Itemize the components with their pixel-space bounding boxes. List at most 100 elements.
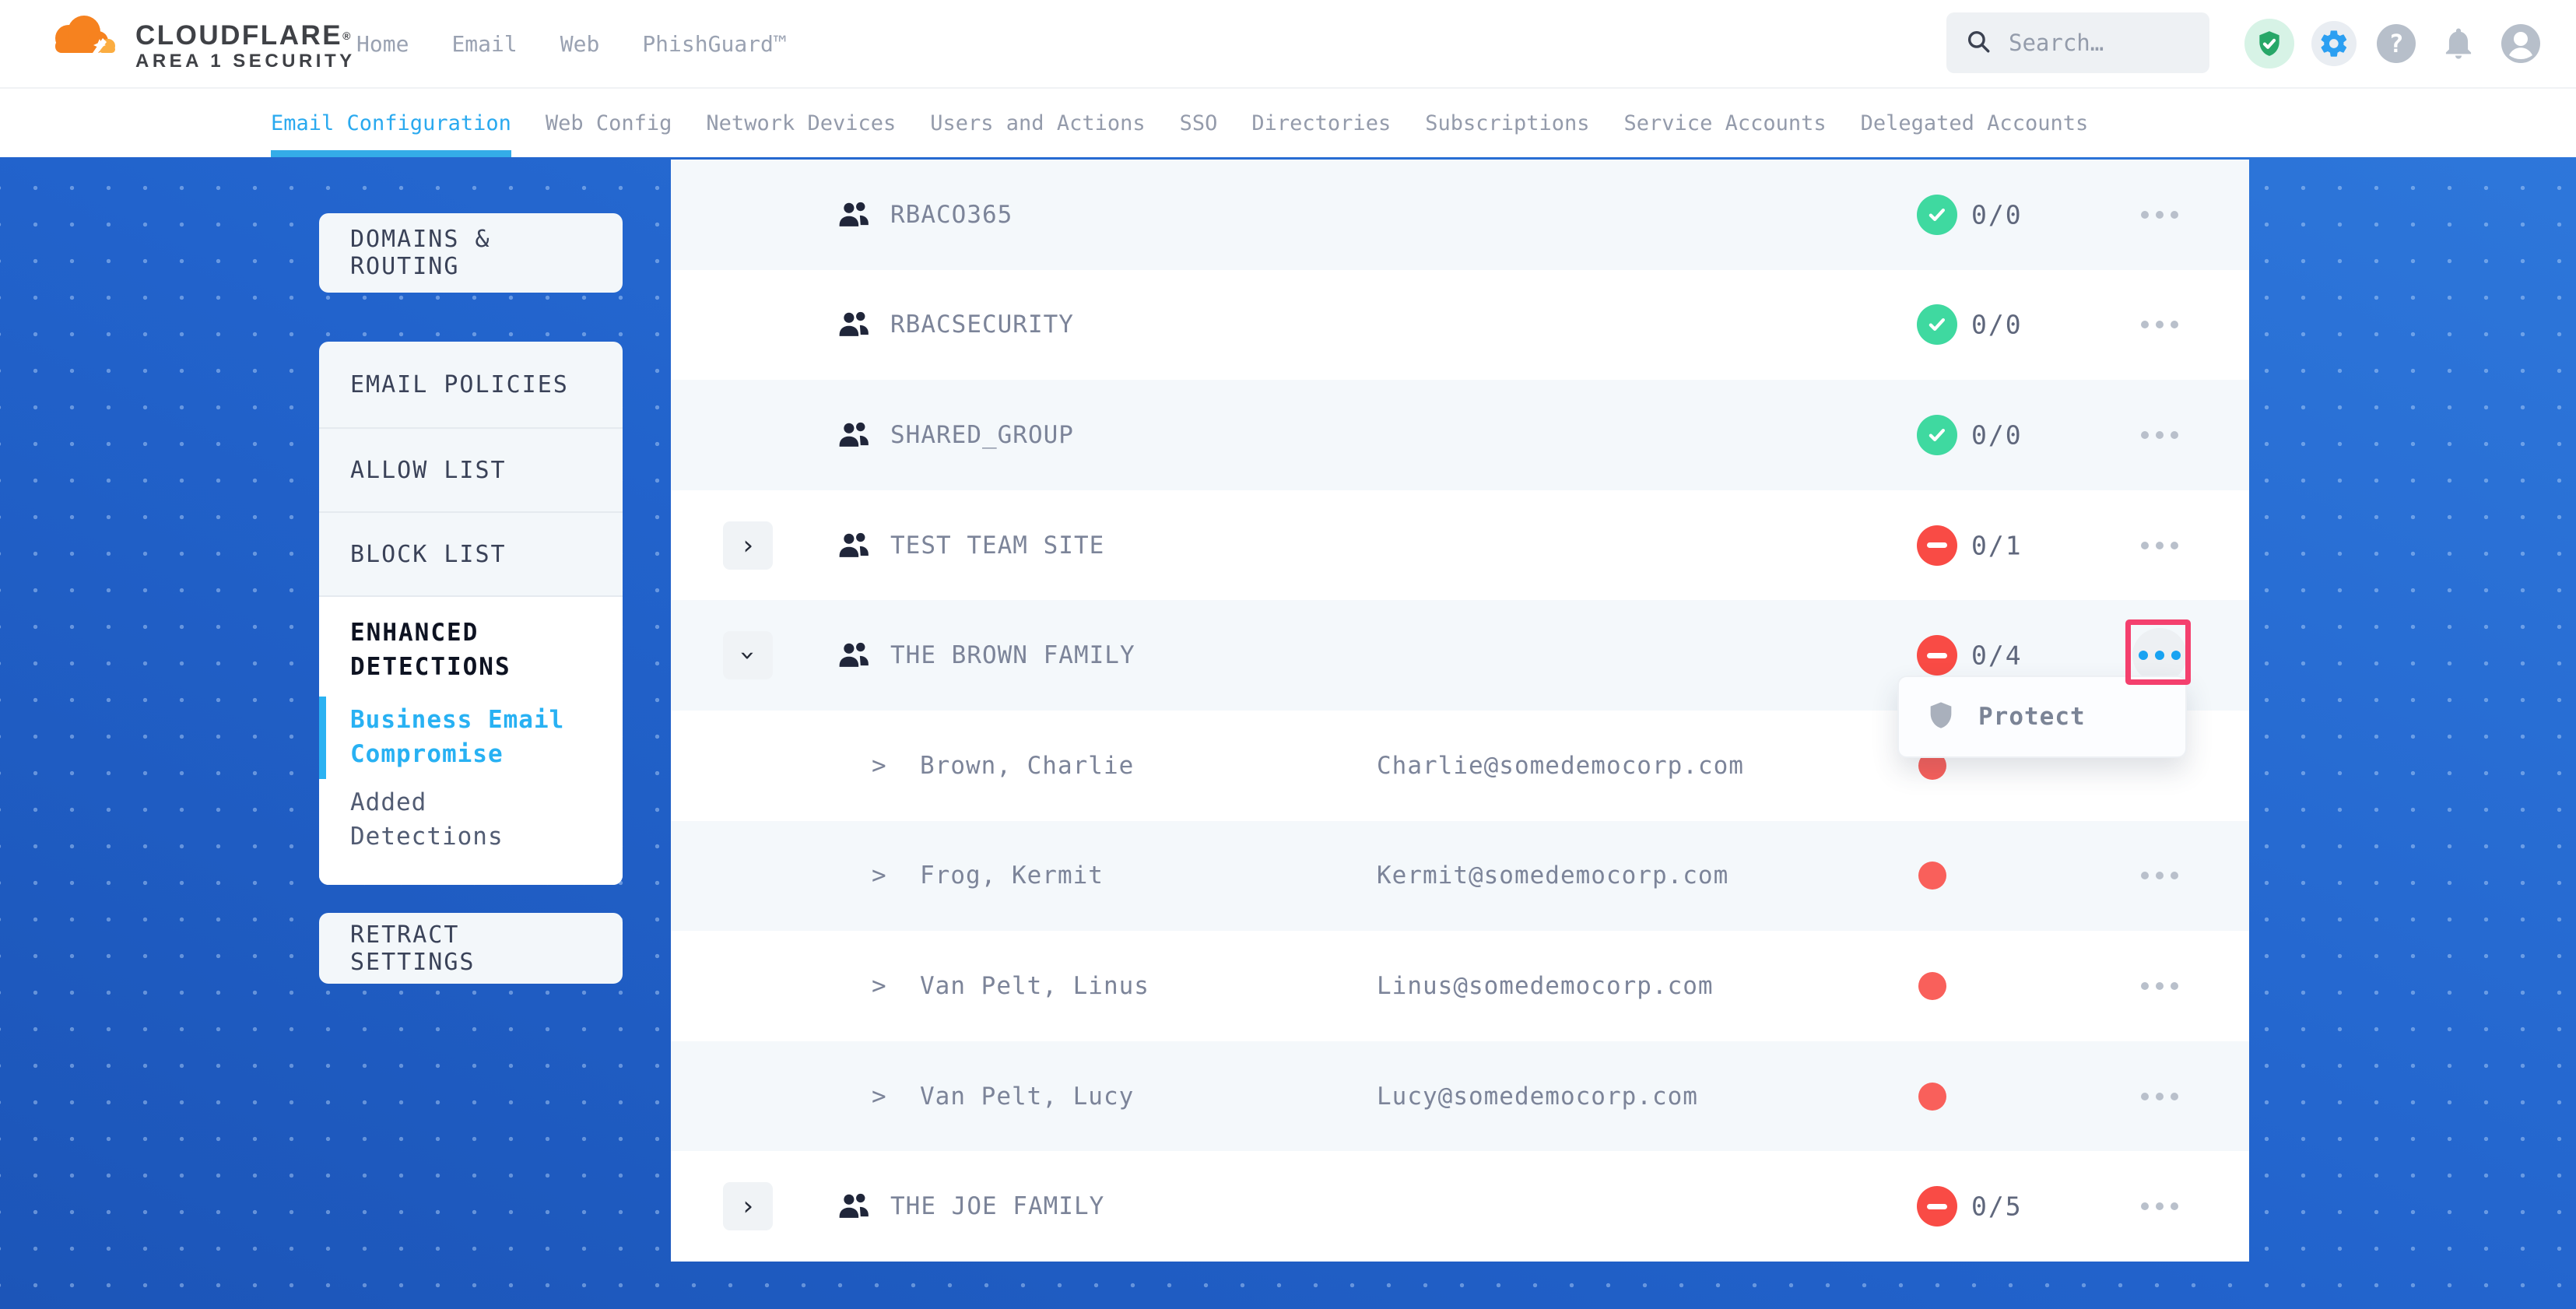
chevron-right-icon: ›	[740, 1193, 756, 1220]
table-row: SHARED_GROUP0/0	[671, 380, 2249, 490]
top-nav-item-web[interactable]: Web	[560, 31, 600, 57]
status-allowed-icon	[1917, 304, 1957, 345]
menu-dot	[2155, 651, 2164, 660]
row-menu-button[interactable]	[2132, 1179, 2187, 1234]
row-menu-button[interactable]	[2132, 408, 2187, 462]
menu-dot	[2171, 211, 2178, 219]
menu-dot	[2171, 982, 2178, 990]
sidebar-item-business-email-compromise[interactable]: Business Email Compromise	[350, 703, 568, 771]
sidebar-item-allow-list[interactable]: ALLOW LIST	[319, 429, 623, 513]
member-email: Lucy@somedemocorp.com	[1377, 1083, 1698, 1111]
member-name: Van Pelt, Linus	[920, 972, 1149, 1000]
menu-dot	[2156, 982, 2164, 990]
menu-dot	[2156, 211, 2164, 219]
member-email: Kermit@somedemocorp.com	[1377, 862, 1728, 890]
collapse-row-button[interactable]: ›	[723, 631, 773, 679]
search-input[interactable]	[2007, 29, 2189, 57]
settings-icon[interactable]	[2311, 21, 2357, 66]
group-icon	[837, 311, 870, 339]
menu-dot	[2171, 1093, 2178, 1100]
member-name: Brown, Charlie	[920, 752, 1134, 780]
member-name: Frog, Kermit	[920, 862, 1104, 890]
menu-dot	[2171, 321, 2178, 328]
group-icon	[837, 531, 870, 560]
sidebar-item-email-policies[interactable]: EMAIL POLICIES	[319, 342, 623, 429]
tab-service-accounts[interactable]: Service Accounts	[1624, 89, 1827, 157]
row-menu-button[interactable]	[2132, 297, 2187, 352]
protection-count: 0/0	[1971, 199, 2023, 230]
menu-dot	[2141, 982, 2149, 990]
table-row: RBACSECURITY0/0	[671, 270, 2249, 381]
minus-glyph	[1927, 653, 1947, 658]
menu-dot	[2139, 651, 2148, 660]
tab-sso[interactable]: SSO	[1180, 89, 1218, 157]
table-row: ›TEST TEAM SITE0/1	[671, 490, 2249, 601]
menu-dot	[2171, 651, 2181, 660]
app-header: CLOUDFLARE® AREA 1 SECURITY Home Email Web…	[0, 0, 2576, 87]
search-icon	[1965, 28, 1992, 58]
member-chevron-icon: >	[872, 972, 886, 1000]
tab-web-config[interactable]: Web Config	[546, 89, 672, 157]
row-menu-button[interactable]	[2132, 188, 2187, 242]
row-context-menu: Protect	[1897, 676, 2187, 758]
tab-delegated-accounts[interactable]: Delegated Accounts	[1861, 89, 2089, 157]
row-menu-button[interactable]	[2132, 959, 2187, 1013]
tab-network-devices[interactable]: Network Devices	[706, 89, 896, 157]
group-name: THE BROWN FAMILY	[890, 641, 1135, 669]
table-row: >Van Pelt, LucyLucy@somedemocorp.com	[671, 1041, 2249, 1152]
status-blocked-dot	[1918, 972, 1946, 1000]
protection-count: 0/0	[1971, 310, 2023, 340]
brand-subtitle: AREA 1 SECURITY	[135, 50, 356, 73]
brand-text: CLOUDFLARE® AREA 1 SECURITY	[135, 12, 356, 73]
sidebar-card-retract-settings[interactable]: RETRACT SETTINGS	[319, 913, 623, 984]
active-item-indicator	[319, 697, 326, 779]
menu-dot	[2141, 872, 2149, 879]
minus-glyph	[1927, 542, 1947, 548]
protection-status-icon[interactable]	[2244, 19, 2294, 68]
row-menu-button[interactable]	[2132, 518, 2187, 573]
group-icon	[837, 641, 870, 670]
tab-directories[interactable]: Directories	[1251, 89, 1391, 157]
member-chevron-icon: >	[872, 862, 886, 890]
expand-row-button[interactable]: ›	[723, 1182, 773, 1230]
notifications-icon[interactable]	[2436, 21, 2481, 66]
status-blocked-dot	[1918, 1083, 1946, 1111]
protect-menu-item-label: Protect	[1978, 703, 2086, 731]
group-name: TEST TEAM SITE	[890, 532, 1104, 560]
top-nav-item-home[interactable]: Home	[356, 31, 409, 57]
row-menu-button[interactable]	[2132, 848, 2187, 903]
sidebar-item-added-detections[interactable]: Added Detections	[350, 785, 568, 854]
section-tabbar: Email Configuration Web Config Network Dev…	[0, 87, 2576, 157]
minus-glyph	[1927, 1204, 1947, 1209]
menu-dot	[2141, 1093, 2149, 1100]
cloudflare-cloud-icon	[44, 12, 121, 65]
status-allowed-icon	[1917, 195, 1957, 235]
sidebar-item-retract-settings-label: RETRACT SETTINGS	[350, 921, 591, 976]
tab-users-and-actions[interactable]: Users and Actions	[930, 89, 1145, 157]
row-menu-button[interactable]	[2132, 1069, 2187, 1124]
member-chevron-icon: >	[872, 1083, 886, 1111]
chevron-down-icon: ›	[735, 647, 761, 663]
group-icon	[837, 200, 870, 229]
menu-dot	[2141, 1202, 2149, 1210]
sidebar-card-domains-routing[interactable]: DOMAINS & ROUTING	[319, 213, 623, 293]
protect-menu-item[interactable]: Protect	[1899, 677, 2185, 756]
tab-email-configuration[interactable]: Email Configuration	[271, 89, 511, 157]
expand-row-button[interactable]: ›	[723, 521, 773, 570]
top-nav-item-phishguard[interactable]: PhishGuard™	[642, 31, 786, 57]
top-nav-item-email[interactable]: Email	[451, 31, 517, 57]
tab-subscriptions[interactable]: Subscriptions	[1425, 89, 1589, 157]
account-icon[interactable]	[2498, 21, 2543, 66]
help-icon[interactable]: ?	[2374, 21, 2419, 66]
menu-dot	[2156, 321, 2164, 328]
header-icons: ?	[2244, 0, 2543, 87]
menu-dot	[2156, 431, 2164, 439]
sidebar-item-block-list[interactable]: BLOCK LIST	[319, 513, 623, 597]
status-blocked-icon	[1917, 525, 1957, 566]
row-menu-button[interactable]	[2132, 628, 2187, 683]
status-blocked-icon	[1917, 1186, 1957, 1227]
member-chevron-icon: >	[872, 752, 886, 780]
group-name: SHARED_GROUP	[890, 421, 1074, 449]
group-icon	[837, 1192, 870, 1221]
brand-title: CLOUDFLARE	[135, 20, 342, 51]
